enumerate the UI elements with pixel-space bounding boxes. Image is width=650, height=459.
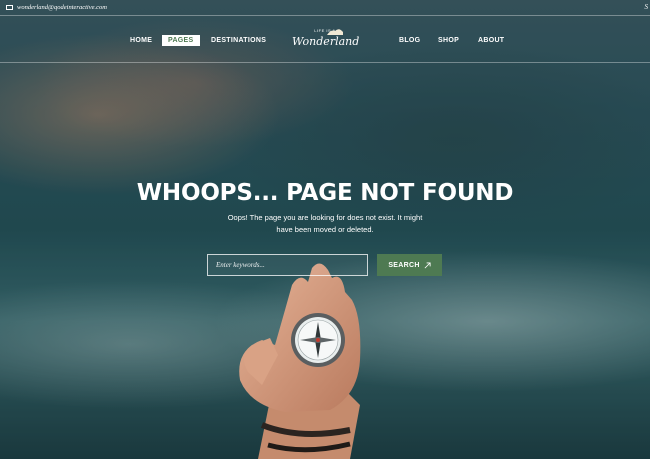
page-title: WHOOPS... PAGE NOT FOUND xyxy=(136,180,514,206)
topbar-search-trigger[interactable]: S xyxy=(645,3,649,11)
search-button[interactable]: SEARCH xyxy=(377,254,442,276)
search-button-label: SEARCH xyxy=(388,261,420,269)
main-navigation: HOME PAGES DESTINATIONS LIFE IS A Wonder… xyxy=(0,16,650,63)
nav-item-pages[interactable]: PAGES xyxy=(162,35,200,46)
email-contact[interactable]: wonderland@qodeinteractive.com xyxy=(6,4,107,11)
top-bar: wonderland@qodeinteractive.com S xyxy=(0,0,650,16)
nav-item-shop[interactable]: SHOP xyxy=(432,35,465,46)
nav-item-home[interactable]: HOME xyxy=(124,35,158,46)
search-input[interactable] xyxy=(207,254,368,276)
balloon-landscape-icon xyxy=(327,29,343,35)
mail-icon xyxy=(6,5,13,10)
arrow-up-right-icon xyxy=(424,261,431,268)
logo-wordmark: Wonderland xyxy=(292,35,360,48)
nav-item-about[interactable]: ABOUT xyxy=(472,35,510,46)
error-description: Oops! The page you are looking for does … xyxy=(227,213,423,234)
nav-item-blog[interactable]: BLOG xyxy=(393,35,426,46)
logo-tagline: LIFE IS A xyxy=(314,28,336,33)
site-logo[interactable]: LIFE IS A Wonderland xyxy=(292,22,360,60)
email-text: wonderland@qodeinteractive.com xyxy=(17,4,107,11)
nav-item-destinations[interactable]: DESTINATIONS xyxy=(205,35,272,46)
